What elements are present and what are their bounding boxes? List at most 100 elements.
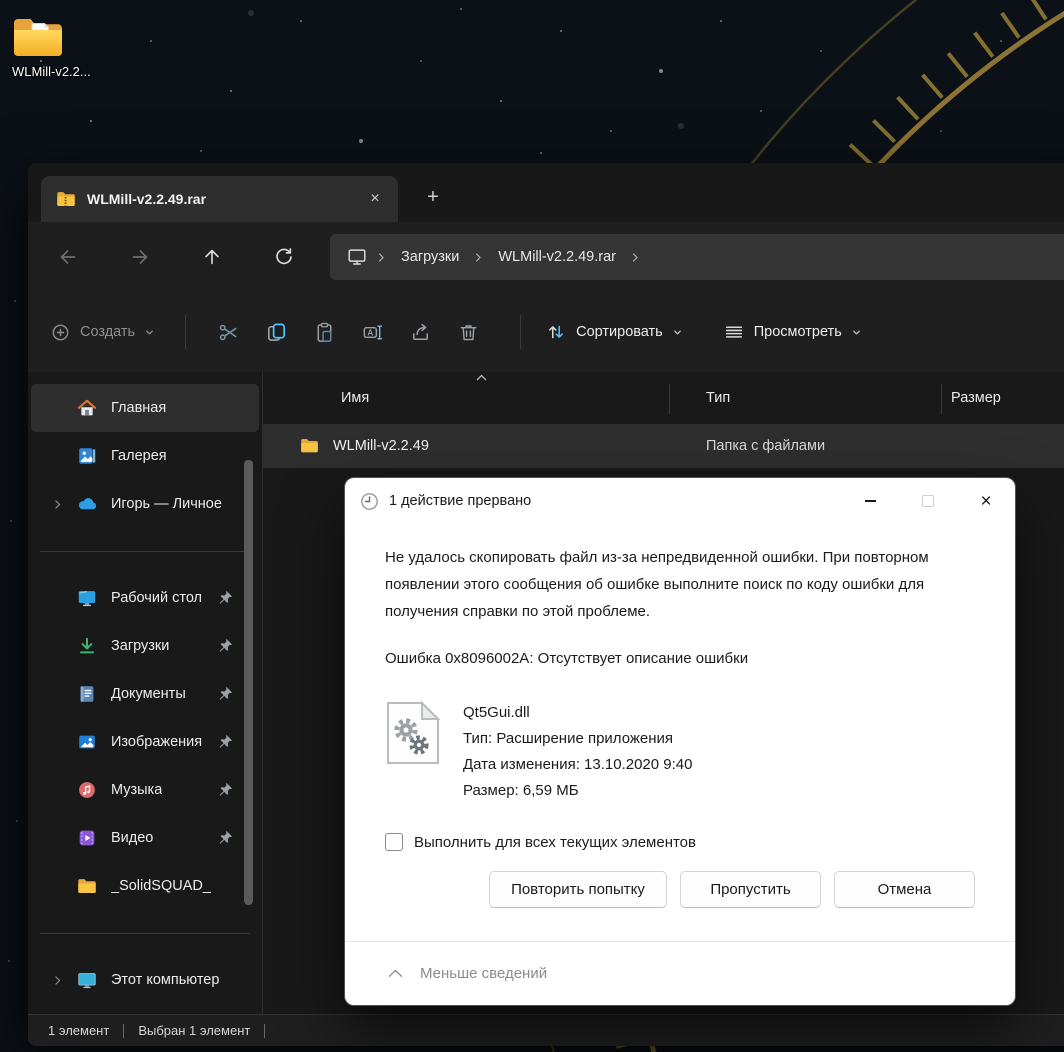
paste-icon[interactable] xyxy=(302,310,346,354)
minimize-icon xyxy=(864,500,876,502)
sidebar-item-desktop[interactable]: Рабочий стол xyxy=(31,574,259,622)
dll-file-name: Qt5Gui.dll xyxy=(463,704,530,721)
apply-to-all-checkbox[interactable] xyxy=(385,833,403,851)
sidebar-item-solidsquad[interactable]: _SolidSQUAD_ xyxy=(31,862,259,910)
dll-file-type: Тип: Расширение приложения xyxy=(463,730,674,747)
new-button-label: Создать xyxy=(80,324,136,340)
documents-icon xyxy=(75,682,99,706)
chevron-right-icon xyxy=(374,250,389,265)
column-divider[interactable] xyxy=(941,384,942,414)
selection-count: Выбран 1 элемент xyxy=(138,1023,251,1038)
sidebar-item-pictures[interactable]: Изображения xyxy=(31,718,259,766)
command-toolbar: Создать A Сортировать Просмотреть xyxy=(28,292,1064,372)
desktop-shortcut-wlmill[interactable]: WLMill-v2.2... xyxy=(12,16,112,79)
file-metadata: Qt5Gui.dll Тип: Расширение приложения Да… xyxy=(463,700,692,804)
sidebar-scrollbar[interactable] xyxy=(244,460,253,905)
file-info-block: Qt5Gui.dll Тип: Расширение приложения Да… xyxy=(385,700,975,804)
chevron-right-icon[interactable] xyxy=(47,970,67,990)
breadcrumb-archive[interactable]: WLMill-v2.2.49.rar xyxy=(492,245,622,269)
sidebar-item-home[interactable]: Главная xyxy=(31,384,259,432)
new-button[interactable]: Создать xyxy=(50,322,155,343)
new-tab-button[interactable]: + xyxy=(416,180,450,214)
view-menu-label: Просмотреть xyxy=(753,324,842,340)
cut-icon[interactable] xyxy=(206,310,250,354)
sidebar-item-downloads[interactable]: Загрузки xyxy=(31,622,259,670)
this-pc-icon xyxy=(348,249,366,265)
up-icon[interactable] xyxy=(192,237,232,277)
downloads-icon xyxy=(75,634,99,658)
file-type: Папка с файлами xyxy=(706,438,826,454)
dialog-title: 1 действие прервано xyxy=(389,493,532,509)
column-header-type[interactable]: Тип xyxy=(706,390,730,406)
sidebar-item-gallery[interactable]: Галерея xyxy=(31,432,259,480)
status-divider xyxy=(264,1023,266,1038)
chevron-down-icon xyxy=(673,329,681,335)
item-count: 1 элемент xyxy=(48,1023,110,1038)
sidebar-item-music[interactable]: Музыка xyxy=(31,766,259,814)
close-button[interactable]: × xyxy=(957,478,1015,524)
sidebar-divider xyxy=(40,551,250,552)
maximize-icon xyxy=(922,495,934,507)
refresh-icon[interactable] xyxy=(264,237,304,277)
tab-wlmill-rar[interactable]: WLMill-v2.2.49.rar × xyxy=(41,176,398,222)
chevron-down-icon xyxy=(146,329,154,335)
column-header-name[interactable]: Имя xyxy=(341,390,369,406)
maximize-button[interactable] xyxy=(899,478,957,524)
share-icon[interactable] xyxy=(398,310,442,354)
desktop: WLMill-v2.2... WLMill-v2.2.49.rar × + За… xyxy=(0,0,1064,1052)
folder-icon xyxy=(14,19,62,56)
pin-icon xyxy=(217,589,235,607)
sort-ascending-icon xyxy=(475,373,488,382)
view-menu-button[interactable]: Просмотреть xyxy=(723,321,862,343)
navigation-bar: Загрузки WLMill-v2.2.49.rar xyxy=(28,222,1064,292)
breadcrumb-downloads[interactable]: Загрузки xyxy=(395,245,465,269)
sidebar-item-onedrive[interactable]: Игорь — Личное xyxy=(31,480,259,528)
retry-button[interactable]: Повторить попытку xyxy=(489,871,667,908)
dialog-buttons: Повторить попытку Пропустить Отмена xyxy=(385,871,975,908)
column-headers: Имя Тип Размер xyxy=(263,372,1064,424)
file-row-wlmill[interactable]: WLMill-v2.2.49 Папка с файлами xyxy=(263,424,1064,468)
sort-menu-button[interactable]: Сортировать xyxy=(545,321,683,343)
details-toggle[interactable]: Меньше сведений xyxy=(345,941,1015,1005)
dialog-titlebar[interactable]: 1 действие прервано × xyxy=(345,478,1015,524)
sidebar-item-videos[interactable]: Видео xyxy=(31,814,259,862)
minimize-button[interactable] xyxy=(841,478,899,524)
tab-strip: WLMill-v2.2.49.rar × + xyxy=(28,163,1064,222)
folder-icon xyxy=(299,435,320,456)
close-icon: × xyxy=(980,490,992,512)
sort-arrows-icon xyxy=(549,325,564,339)
cancel-button[interactable]: Отмена xyxy=(834,871,975,908)
forward-icon[interactable] xyxy=(120,237,160,277)
chevron-right-icon[interactable] xyxy=(47,494,67,514)
onedrive-icon xyxy=(75,492,99,516)
copy-error-dialog: 1 действие прервано × Не удалось скопиро… xyxy=(344,477,1016,1006)
skip-button[interactable]: Пропустить xyxy=(680,871,821,908)
music-icon xyxy=(75,778,99,802)
sort-menu-label: Сортировать xyxy=(576,324,663,340)
home-icon xyxy=(75,396,99,420)
status-bar: 1 элемент Выбран 1 элемент xyxy=(28,1014,1064,1046)
tab-close-icon[interactable]: × xyxy=(362,186,388,212)
copy-icon[interactable] xyxy=(254,310,298,354)
column-divider[interactable] xyxy=(669,384,670,414)
plus-circle-icon xyxy=(52,324,69,340)
dialog-window-controls: × xyxy=(841,478,1015,524)
back-icon[interactable] xyxy=(48,237,88,277)
error-code-line: Ошибка 0x8096002A: Отсутствует описание … xyxy=(385,650,749,667)
sidebar-item-this-pc[interactable]: Этот компьютер xyxy=(31,956,259,1004)
rar-folder-icon xyxy=(57,192,75,207)
sidebar-item-documents[interactable]: Документы xyxy=(31,670,259,718)
pin-icon xyxy=(217,685,235,703)
list-lines-icon xyxy=(725,326,742,338)
delete-icon[interactable] xyxy=(446,310,490,354)
rename-icon[interactable]: A xyxy=(350,310,394,354)
file-name: WLMill-v2.2.49 xyxy=(333,438,429,454)
chevron-right-icon xyxy=(628,250,643,265)
apply-to-all-row: Выполнить для всех текущих элементов xyxy=(385,833,975,851)
desktop-monitor-icon xyxy=(75,586,99,610)
pin-icon xyxy=(217,829,235,847)
dll-file-icon xyxy=(387,700,441,764)
address-bar[interactable]: Загрузки WLMill-v2.2.49.rar xyxy=(330,234,1064,280)
column-header-size[interactable]: Размер xyxy=(951,390,1001,406)
shortcut-label: WLMill-v2.2... xyxy=(12,64,91,79)
